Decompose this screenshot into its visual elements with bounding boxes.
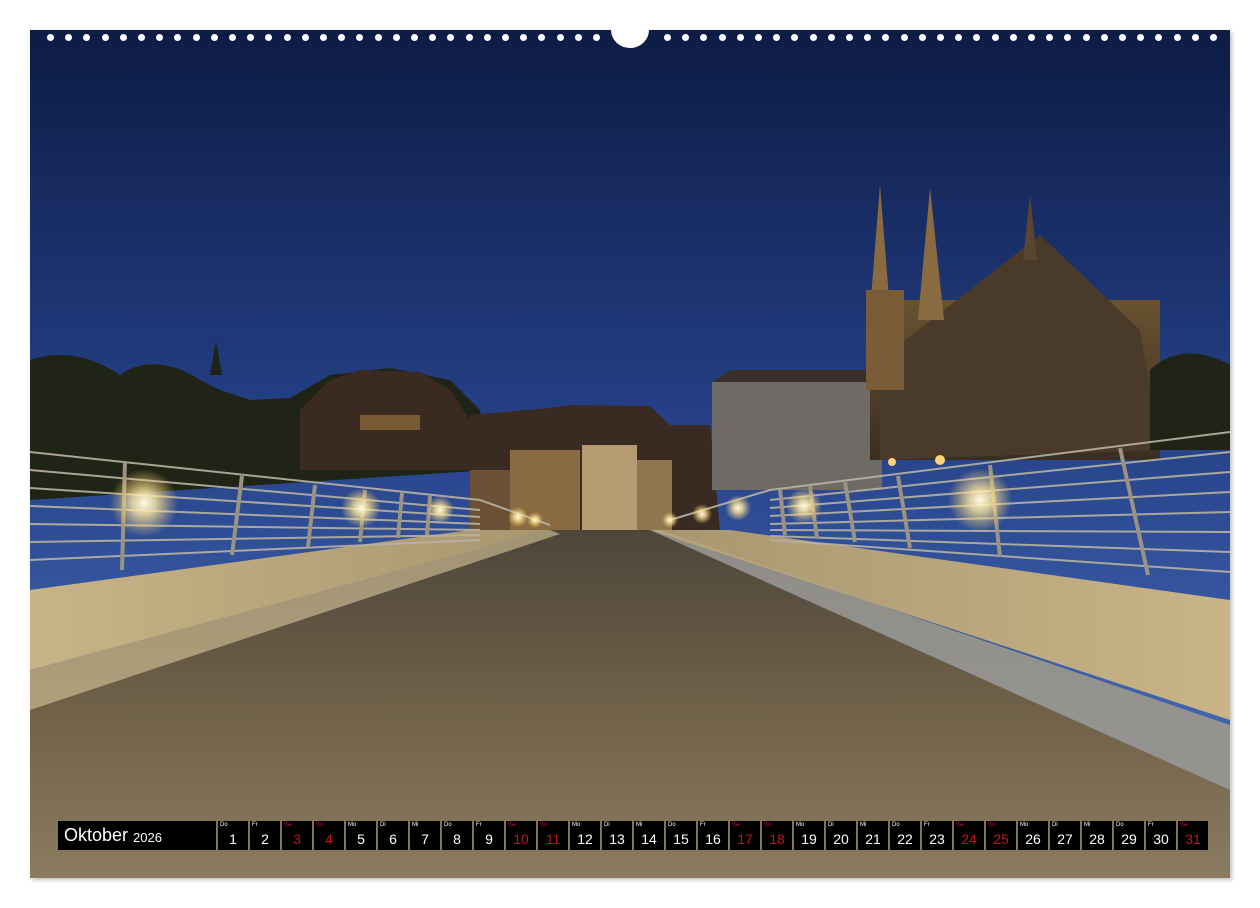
day-number: 25 xyxy=(993,831,1009,847)
day-cell: Mo 12 xyxy=(570,821,600,850)
weekday-label: Di xyxy=(828,822,834,828)
day-cell: Do 15 xyxy=(666,821,696,850)
weekday-label: Sa xyxy=(284,822,292,828)
day-cell: Do 1 xyxy=(218,821,248,850)
day-cell: So 18 xyxy=(762,821,792,850)
day-cell: Fr 30 xyxy=(1146,821,1176,850)
day-number: 7 xyxy=(421,831,429,847)
day-number: 12 xyxy=(577,831,593,847)
weekday-label: Sa xyxy=(956,822,964,828)
day-number: 10 xyxy=(513,831,529,847)
weekday-label: Mi xyxy=(860,822,867,828)
day-cell: So 4 xyxy=(314,821,344,850)
day-cell: Sa 3 xyxy=(282,821,312,850)
day-cell: Sa 10 xyxy=(506,821,536,850)
day-cell: Sa 31 xyxy=(1178,821,1208,850)
calendar-date-strip: Oktober 2026 Do 1 Fr 2 Sa 3 So 4 Mo 5 Di 6 Mi 7 Do 8 Fr 9… xyxy=(58,821,1208,850)
weekday-label: Di xyxy=(1052,822,1058,828)
weekday-label: Sa xyxy=(1180,822,1188,828)
day-cell: Sa 17 xyxy=(730,821,760,850)
day-cell: Do 22 xyxy=(890,821,920,850)
day-cell: Do 29 xyxy=(1114,821,1144,850)
day-number: 2 xyxy=(261,831,269,847)
weekday-label: Mi xyxy=(636,822,643,828)
weekday-label: Mo xyxy=(348,822,357,828)
day-cell: Mo 19 xyxy=(794,821,824,850)
day-cell: So 11 xyxy=(538,821,568,850)
day-number: 8 xyxy=(453,831,461,847)
day-cell: Mo 26 xyxy=(1018,821,1048,850)
month-label: Oktober 2026 xyxy=(58,821,216,850)
day-number: 11 xyxy=(545,831,561,847)
day-number: 22 xyxy=(897,831,913,847)
weekday-label: Do xyxy=(220,822,228,828)
weekday-label: Do xyxy=(1116,822,1124,828)
day-number: 30 xyxy=(1153,831,1169,847)
weekday-label: Fr xyxy=(1148,822,1154,828)
day-cell: Fr 9 xyxy=(474,821,504,850)
calendar-page xyxy=(30,30,1230,878)
day-number: 1 xyxy=(229,831,237,847)
day-number: 27 xyxy=(1057,831,1073,847)
day-cell: Di 20 xyxy=(826,821,856,850)
weekday-label: Do xyxy=(892,822,900,828)
weekday-label: So xyxy=(316,822,324,828)
weekday-label: Fr xyxy=(700,822,706,828)
weekday-label: So xyxy=(988,822,996,828)
day-cell: Di 27 xyxy=(1050,821,1080,850)
day-number: 9 xyxy=(485,831,493,847)
weekday-label: So xyxy=(540,822,548,828)
day-cell: Fr 23 xyxy=(922,821,952,850)
weekday-label: So xyxy=(764,822,772,828)
day-cell: Mi 7 xyxy=(410,821,440,850)
day-number: 5 xyxy=(357,831,365,847)
day-number: 6 xyxy=(389,831,397,847)
day-number: 31 xyxy=(1185,831,1201,847)
weekday-label: Di xyxy=(604,822,610,828)
weekday-label: Sa xyxy=(732,822,740,828)
day-cell: Mo 5 xyxy=(346,821,376,850)
day-cell: Mi 28 xyxy=(1082,821,1112,850)
day-number: 28 xyxy=(1089,831,1105,847)
day-number: 14 xyxy=(641,831,657,847)
weekday-label: Di xyxy=(380,822,386,828)
weekday-label: Fr xyxy=(476,822,482,828)
bridge-night-photo xyxy=(30,30,1230,878)
day-number: 15 xyxy=(673,831,689,847)
day-number: 21 xyxy=(865,831,881,847)
month-year: 2026 xyxy=(133,829,162,845)
day-number: 3 xyxy=(293,831,301,847)
day-number: 20 xyxy=(833,831,849,847)
day-cell: Di 6 xyxy=(378,821,408,850)
month-name: Oktober xyxy=(64,825,129,845)
day-cell: Mi 14 xyxy=(634,821,664,850)
day-cell: Mi 21 xyxy=(858,821,888,850)
weekday-label: Mi xyxy=(412,822,419,828)
weekday-label: Fr xyxy=(924,822,930,828)
day-number: 18 xyxy=(769,831,785,847)
day-number: 24 xyxy=(961,831,977,847)
day-cell: Do 8 xyxy=(442,821,472,850)
day-cell: Sa 24 xyxy=(954,821,984,850)
day-number: 29 xyxy=(1121,831,1137,847)
weekday-label: Do xyxy=(668,822,676,828)
day-number: 13 xyxy=(609,831,625,847)
day-number: 4 xyxy=(325,831,333,847)
day-number: 23 xyxy=(929,831,945,847)
day-number: 17 xyxy=(737,831,753,847)
day-number: 26 xyxy=(1025,831,1041,847)
day-number: 19 xyxy=(801,831,817,847)
day-cell: So 25 xyxy=(986,821,1016,850)
weekday-label: Do xyxy=(444,822,452,828)
day-cell: Fr 2 xyxy=(250,821,280,850)
day-cell: Fr 16 xyxy=(698,821,728,850)
weekday-label: Mo xyxy=(796,822,805,828)
weekday-label: Mo xyxy=(572,822,581,828)
weekday-label: Mo xyxy=(1020,822,1029,828)
weekday-label: Mi xyxy=(1084,822,1091,828)
day-number: 16 xyxy=(705,831,721,847)
weekday-label: Fr xyxy=(252,822,258,828)
weekday-label: Sa xyxy=(508,822,516,828)
day-cell: Di 13 xyxy=(602,821,632,850)
